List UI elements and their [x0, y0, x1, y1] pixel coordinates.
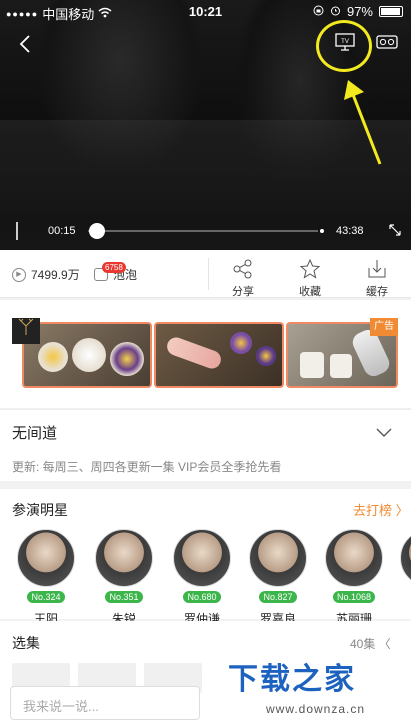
food-bowl [38, 342, 68, 372]
food-bowl [72, 338, 106, 372]
view-count: ▶ 7499.9万 [12, 266, 80, 283]
cast-member[interactable]: No.324 王阳 [16, 529, 76, 627]
episode-count[interactable]: 40集 〈 [350, 635, 391, 652]
avatar [325, 529, 383, 587]
total-time: 43:38 [336, 225, 364, 237]
chevron-left-icon [19, 35, 30, 53]
favorite-button[interactable]: 收藏 [285, 258, 335, 299]
star-icon [299, 258, 321, 279]
rank-badge: No.680 [183, 591, 221, 603]
ad-banner[interactable]: 广告 [0, 300, 411, 408]
antler-logo-icon [18, 318, 34, 335]
download-icon [368, 260, 386, 278]
current-time: 00:15 [48, 225, 76, 237]
fullscreen-button[interactable] [388, 223, 402, 240]
play-count-icon: ▶ [12, 267, 26, 282]
rank-badge: No.324 [27, 591, 65, 603]
cast-member[interactable]: No.1068 苏丽珊 [324, 529, 384, 627]
cast-section: 参演明星 去打榜 〉 No.324 王阳 No.351 朱锐 No.680 罗仲… [0, 489, 411, 626]
show-info[interactable]: 无间道 更新: 每周三、周四各更新一集 VIP会员全季抢先看 [0, 409, 411, 481]
status-bar: ●●●●● 中国移动 10:21 97% [0, 0, 411, 22]
brand-logo [12, 318, 40, 344]
avatar [17, 529, 75, 587]
chevron-down-icon[interactable] [375, 424, 393, 442]
expand-icon [389, 224, 401, 236]
ad-image-2[interactable] [154, 322, 284, 388]
rank-badge: No.827 [259, 591, 297, 603]
annotation-arrow [344, 80, 382, 165]
download-button[interactable]: 缓存 [352, 258, 402, 299]
cast-member-partial[interactable] [400, 529, 411, 587]
view-count-label: 7499.9万 [31, 268, 80, 282]
vr-mode-button[interactable] [376, 33, 398, 51]
rank-badge: No.351 [105, 591, 143, 603]
show-title: 无间道 [12, 425, 58, 442]
rotation-lock-icon [313, 4, 324, 19]
app-root: ●●●●● 中国移动 10:21 97% TV 00:15 43:38 ▶ 74… [0, 0, 411, 726]
watermark-url: www.downza.cn [266, 702, 366, 716]
episode-heading: 选集 [12, 635, 40, 651]
cast-member[interactable]: No.827 罗嘉良 [248, 529, 308, 627]
comment-input[interactable]: 我来说一说... [10, 686, 200, 720]
pansy [256, 346, 276, 366]
video-player[interactable]: ●●●●● 中国移动 10:21 97% TV 00:15 43:38 [0, 0, 411, 250]
download-label: 缓存 [366, 286, 388, 298]
vr-glasses-icon [376, 35, 398, 49]
cast-member[interactable]: No.351 朱锐 [94, 529, 154, 627]
watermark-brand: 下载之家 [228, 663, 356, 696]
avatar [249, 529, 307, 587]
battery-percent: 97% [346, 4, 373, 19]
progress-knob[interactable] [89, 223, 106, 239]
rank-badge: No.1068 [332, 591, 376, 603]
avatar [95, 529, 153, 587]
play-pause-button[interactable] [16, 222, 22, 240]
ad-tag: 广告 [370, 318, 398, 336]
progress-track[interactable] [88, 230, 318, 232]
dessert-cup [330, 354, 352, 378]
avatar [173, 529, 231, 587]
share-button[interactable]: 分享 [218, 258, 268, 299]
ad-image-1[interactable] [22, 322, 152, 388]
status-right: 97% [313, 4, 403, 19]
share-icon [233, 259, 252, 279]
piping-bag [164, 334, 224, 372]
action-divider [208, 258, 209, 290]
alarm-icon [330, 4, 341, 19]
avatar [400, 529, 411, 587]
action-bar: ▶ 7499.9万 泡泡 [0, 250, 411, 298]
favorite-label: 收藏 [299, 286, 321, 298]
bubble-count-badge: 6758 [102, 262, 126, 273]
update-schedule: 更新: 每周三、周四各更新一集 VIP会员全季抢先看 [12, 460, 282, 474]
battery-icon [379, 6, 403, 17]
cast-member[interactable]: No.680 罗仲谦 [172, 529, 232, 627]
rank-link[interactable]: 去打榜 〉 [353, 500, 409, 519]
back-button[interactable] [14, 32, 38, 56]
watermark: 下载之家 www.downza.cn [204, 652, 411, 726]
progress-end-marker [320, 229, 324, 233]
food-bowl [110, 342, 144, 376]
dessert-cup [300, 352, 324, 378]
pansy [230, 332, 252, 354]
player-controls: 00:15 43:38 [0, 214, 411, 248]
annotation-circle [316, 20, 372, 72]
share-label: 分享 [232, 286, 254, 298]
cast-heading: 参演明星 [12, 502, 68, 518]
